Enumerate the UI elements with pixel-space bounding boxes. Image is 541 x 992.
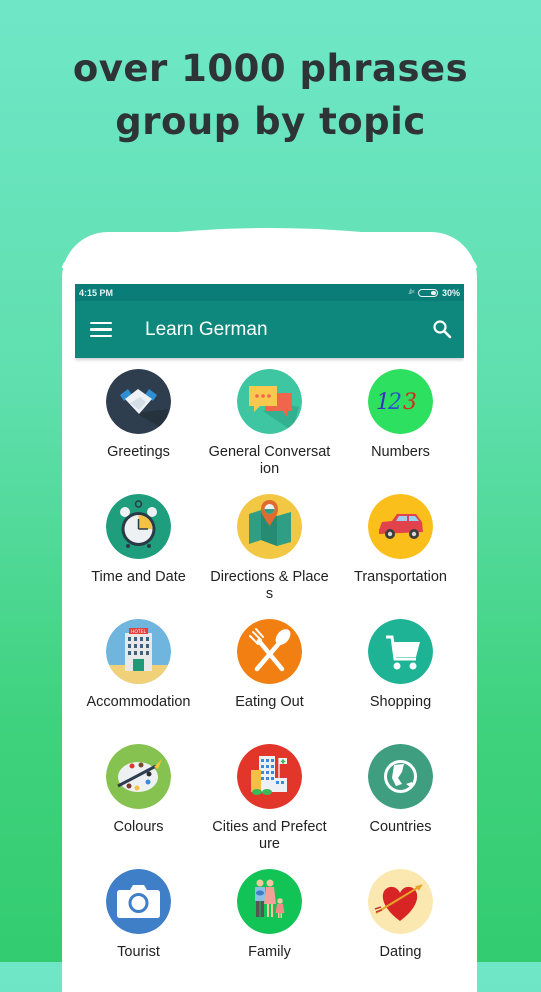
topic-label: Directions & Places xyxy=(210,569,329,602)
status-bar: 4:15 PM .ıl× 30% xyxy=(75,284,464,301)
topic-label: Dating xyxy=(379,944,422,960)
numbers-123-icon: 1 2 3 xyxy=(368,369,433,434)
topic-label: General Conversation xyxy=(208,444,331,477)
svg-text:2: 2 xyxy=(387,390,402,415)
topic-tile-dating[interactable]: Dating xyxy=(335,869,464,962)
shopping-cart-icon xyxy=(368,619,433,684)
topic-label: Time and Date xyxy=(91,569,186,585)
camera-icon xyxy=(106,869,171,934)
app-screen: 4:15 PM .ıl× 30% Learn German Greetings … xyxy=(75,284,464,962)
family-icon xyxy=(237,869,302,934)
paint-palette-icon xyxy=(106,744,171,809)
topic-tile-greetings[interactable]: Greetings xyxy=(75,369,204,494)
topic-label: Countries xyxy=(369,819,432,835)
topic-tile-countries[interactable]: Countries xyxy=(335,744,464,869)
topic-label: Transportation xyxy=(354,569,447,585)
handshake-icon xyxy=(106,369,171,434)
svg-text:3: 3 xyxy=(403,390,417,415)
topic-label: Greetings xyxy=(107,444,170,460)
topic-tile-cities-prefecture[interactable]: Cities and Prefecture xyxy=(204,744,335,869)
topic-label: Cities and Prefecture xyxy=(212,819,327,852)
topic-tile-shopping[interactable]: Shopping xyxy=(335,619,464,744)
topic-tile-time-and-date[interactable]: Time and Date xyxy=(75,494,204,619)
topic-tile-directions-places[interactable]: Directions & Places xyxy=(204,494,335,619)
topic-grid: Greetings General Conversation 1 2 3 Num… xyxy=(75,358,464,962)
topic-tile-colours[interactable]: Colours xyxy=(75,744,204,869)
city-buildings-icon xyxy=(237,744,302,809)
topic-label: Colours xyxy=(113,819,164,835)
globe-icon xyxy=(368,744,433,809)
topic-tile-numbers[interactable]: 1 2 3 Numbers xyxy=(335,369,464,494)
topic-label: Eating Out xyxy=(235,694,304,710)
promo-headline: over 1000 phrases group by topic xyxy=(0,42,541,148)
heart-arrow-icon xyxy=(368,869,433,934)
battery-icon xyxy=(417,288,438,297)
topic-label: Tourist xyxy=(117,944,160,960)
hotel-icon: HOTEL xyxy=(106,619,171,684)
app-title: Learn German xyxy=(145,318,268,340)
topic-label: Accommodation xyxy=(86,694,191,710)
promo-line-1: over 1000 phrases xyxy=(72,47,469,90)
topic-tile-accommodation[interactable]: HOTEL Accommodation xyxy=(75,619,204,744)
car-icon xyxy=(368,494,433,559)
signal-no-sim-icon: .ıl× xyxy=(408,289,415,296)
svg-text:HOTEL: HOTEL xyxy=(131,629,147,635)
promo-line-2: group by topic xyxy=(115,100,426,143)
app-bar: Learn German xyxy=(75,301,464,358)
map-pin-icon xyxy=(237,494,302,559)
topic-tile-tourist[interactable]: Tourist xyxy=(75,869,204,962)
chat-bubbles-icon xyxy=(237,369,302,434)
status-time: 4:15 PM xyxy=(79,287,114,298)
topic-label: Numbers xyxy=(371,444,430,460)
topic-label: Family xyxy=(248,944,291,960)
hamburger-menu-icon[interactable] xyxy=(90,321,112,338)
topic-tile-eating-out[interactable]: Eating Out xyxy=(204,619,335,744)
fork-spoon-icon xyxy=(237,619,302,684)
topic-tile-family[interactable]: Family xyxy=(204,869,335,962)
search-icon[interactable] xyxy=(432,319,452,339)
topic-tile-general-conversation[interactable]: General Conversation xyxy=(204,369,335,494)
alarm-clock-icon xyxy=(106,494,171,559)
battery-percent: 30% xyxy=(441,287,460,298)
topic-tile-transportation[interactable]: Transportation xyxy=(335,494,464,619)
topic-label: Shopping xyxy=(369,694,432,710)
